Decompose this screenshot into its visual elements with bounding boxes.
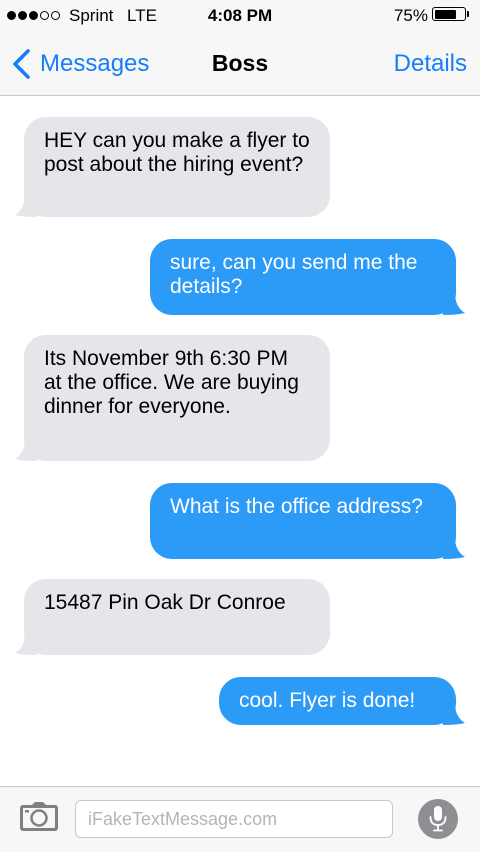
bubble-tail (15, 633, 37, 655)
status-bar: Sprint LTE 4:08 PM 75% (0, 0, 480, 32)
details-button[interactable]: Details (394, 50, 467, 78)
sent-message-bubble: cool. Flyer is done! (219, 677, 465, 725)
battery-terminal (467, 11, 469, 17)
message-text: What is the office address? (170, 495, 423, 518)
microphone-button[interactable] (418, 799, 458, 839)
message-thread[interactable]: HEY can you make a flyer to post about t… (0, 96, 480, 786)
message-input[interactable] (75, 800, 393, 838)
message-text: sure, can you send me the details? (170, 251, 418, 298)
battery-level-fill (434, 9, 456, 19)
bubble-tail (15, 439, 37, 461)
received-message-bubble: 15487 Pin Oak Dr Conroe (15, 579, 330, 655)
sent-message-bubble: sure, can you send me the details? (150, 239, 465, 315)
chevron-left-icon (13, 49, 30, 79)
battery-icon (432, 7, 466, 21)
bubble-tail (443, 293, 465, 315)
bubble-tail (15, 195, 37, 217)
message-text: Its November 9th 6:30 PM at the office. … (44, 347, 299, 418)
bubble-tail (443, 703, 465, 725)
camera-icon[interactable] (18, 801, 60, 833)
battery-percentage: 75% (393, 6, 428, 25)
message-text: HEY can you make a flyer to post about t… (44, 129, 310, 176)
navigation-bar: Messages Boss Details (0, 32, 480, 96)
bubble-tail (443, 537, 465, 559)
message-text: cool. Flyer is done! (239, 689, 416, 712)
message-text: 15487 Pin Oak Dr Conroe (44, 591, 286, 614)
message-input-bar (0, 786, 480, 852)
received-message-bubble: HEY can you make a flyer to post about t… (15, 117, 330, 217)
back-button-label: Messages (40, 50, 150, 77)
received-message-bubble: Its November 9th 6:30 PM at the office. … (15, 335, 330, 461)
sent-message-bubble: What is the office address? (150, 483, 465, 559)
back-button[interactable]: Messages (10, 46, 149, 82)
microphone-icon (429, 806, 447, 832)
